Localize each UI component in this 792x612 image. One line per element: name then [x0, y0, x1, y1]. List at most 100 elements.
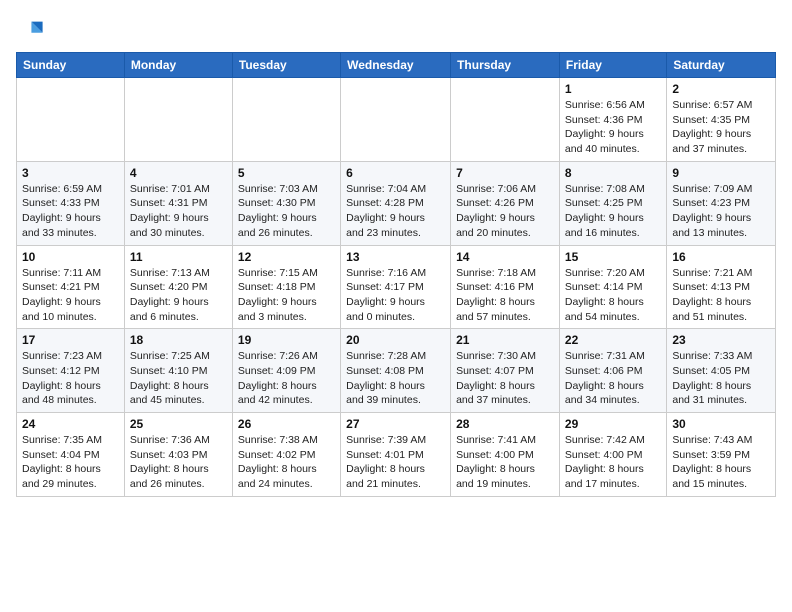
day-info: Sunrise: 6:57 AM Sunset: 4:35 PM Dayligh…	[672, 98, 770, 157]
calendar-cell: 1 Sunrise: 6:56 AM Sunset: 4:36 PM Daylig…	[559, 78, 666, 162]
day-number: 1	[565, 82, 661, 96]
calendar-cell: 27 Sunrise: 7:39 AM Sunset: 4:01 PM Dayli…	[341, 413, 451, 497]
calendar-cell	[232, 78, 340, 162]
day-info: Sunrise: 7:23 AM Sunset: 4:12 PM Dayligh…	[22, 349, 119, 408]
day-info: Sunrise: 7:39 AM Sunset: 4:01 PM Dayligh…	[346, 433, 445, 492]
day-info: Sunrise: 6:59 AM Sunset: 4:33 PM Dayligh…	[22, 182, 119, 241]
day-info: Sunrise: 7:03 AM Sunset: 4:30 PM Dayligh…	[238, 182, 335, 241]
calendar-cell: 14 Sunrise: 7:18 AM Sunset: 4:16 PM Dayli…	[451, 245, 560, 329]
day-number: 4	[130, 166, 227, 180]
day-number: 19	[238, 333, 335, 347]
day-info: Sunrise: 7:28 AM Sunset: 4:08 PM Dayligh…	[346, 349, 445, 408]
calendar-week-1: 1 Sunrise: 6:56 AM Sunset: 4:36 PM Daylig…	[17, 78, 776, 162]
logo	[16, 16, 48, 44]
day-number: 11	[130, 250, 227, 264]
calendar-week-5: 24 Sunrise: 7:35 AM Sunset: 4:04 PM Dayli…	[17, 413, 776, 497]
day-info: Sunrise: 7:41 AM Sunset: 4:00 PM Dayligh…	[456, 433, 554, 492]
calendar-cell: 28 Sunrise: 7:41 AM Sunset: 4:00 PM Dayli…	[451, 413, 560, 497]
day-info: Sunrise: 7:04 AM Sunset: 4:28 PM Dayligh…	[346, 182, 445, 241]
calendar-week-3: 10 Sunrise: 7:11 AM Sunset: 4:21 PM Dayli…	[17, 245, 776, 329]
header-wednesday: Wednesday	[341, 53, 451, 78]
day-number: 26	[238, 417, 335, 431]
calendar-week-4: 17 Sunrise: 7:23 AM Sunset: 4:12 PM Dayli…	[17, 329, 776, 413]
day-info: Sunrise: 7:01 AM Sunset: 4:31 PM Dayligh…	[130, 182, 227, 241]
day-number: 3	[22, 166, 119, 180]
calendar-cell: 3 Sunrise: 6:59 AM Sunset: 4:33 PM Daylig…	[17, 161, 125, 245]
calendar-cell: 30Sunrise: 7:43 AM Sunset: 3:59 PM Dayli…	[667, 413, 776, 497]
header-thursday: Thursday	[451, 53, 560, 78]
day-info: Sunrise: 7:35 AM Sunset: 4:04 PM Dayligh…	[22, 433, 119, 492]
day-info: Sunrise: 7:38 AM Sunset: 4:02 PM Dayligh…	[238, 433, 335, 492]
day-number: 23	[672, 333, 770, 347]
day-number: 7	[456, 166, 554, 180]
day-number: 28	[456, 417, 554, 431]
calendar-cell: 6Sunrise: 7:04 AM Sunset: 4:28 PM Daylig…	[341, 161, 451, 245]
calendar-cell: 25Sunrise: 7:36 AM Sunset: 4:03 PM Dayli…	[124, 413, 232, 497]
day-number: 30	[672, 417, 770, 431]
day-number: 22	[565, 333, 661, 347]
day-number: 10	[22, 250, 119, 264]
calendar-header-row: SundayMondayTuesdayWednesdayThursdayFrid…	[17, 53, 776, 78]
day-number: 15	[565, 250, 661, 264]
day-info: Sunrise: 7:33 AM Sunset: 4:05 PM Dayligh…	[672, 349, 770, 408]
calendar-cell: 9Sunrise: 7:09 AM Sunset: 4:23 PM Daylig…	[667, 161, 776, 245]
calendar-cell: 29 Sunrise: 7:42 AM Sunset: 4:00 PM Dayli…	[559, 413, 666, 497]
day-number: 5	[238, 166, 335, 180]
day-number: 24	[22, 417, 119, 431]
day-number: 17	[22, 333, 119, 347]
day-info: Sunrise: 7:26 AM Sunset: 4:09 PM Dayligh…	[238, 349, 335, 408]
day-number: 14	[456, 250, 554, 264]
day-number: 20	[346, 333, 445, 347]
calendar-cell	[341, 78, 451, 162]
calendar-cell	[17, 78, 125, 162]
day-info: Sunrise: 6:56 AM Sunset: 4:36 PM Dayligh…	[565, 98, 661, 157]
day-number: 27	[346, 417, 445, 431]
logo-icon	[16, 16, 44, 44]
page-header	[16, 16, 776, 44]
calendar-cell: 5 Sunrise: 7:03 AM Sunset: 4:30 PM Daylig…	[232, 161, 340, 245]
day-info: Sunrise: 7:16 AM Sunset: 4:17 PM Dayligh…	[346, 266, 445, 325]
day-info: Sunrise: 7:31 AM Sunset: 4:06 PM Dayligh…	[565, 349, 661, 408]
header-monday: Monday	[124, 53, 232, 78]
calendar-cell: 20 Sunrise: 7:28 AM Sunset: 4:08 PM Dayli…	[341, 329, 451, 413]
day-number: 29	[565, 417, 661, 431]
calendar-cell: 17 Sunrise: 7:23 AM Sunset: 4:12 PM Dayli…	[17, 329, 125, 413]
day-number: 9	[672, 166, 770, 180]
day-info: Sunrise: 7:18 AM Sunset: 4:16 PM Dayligh…	[456, 266, 554, 325]
calendar-cell: 13 Sunrise: 7:16 AM Sunset: 4:17 PM Dayli…	[341, 245, 451, 329]
calendar-cell: 21 Sunrise: 7:30 AM Sunset: 4:07 PM Dayli…	[451, 329, 560, 413]
day-info: Sunrise: 7:11 AM Sunset: 4:21 PM Dayligh…	[22, 266, 119, 325]
day-info: Sunrise: 7:06 AM Sunset: 4:26 PM Dayligh…	[456, 182, 554, 241]
calendar-cell: 22 Sunrise: 7:31 AM Sunset: 4:06 PM Dayli…	[559, 329, 666, 413]
calendar-cell: 12 Sunrise: 7:15 AM Sunset: 4:18 PM Dayli…	[232, 245, 340, 329]
day-number: 21	[456, 333, 554, 347]
day-info: Sunrise: 7:20 AM Sunset: 4:14 PM Dayligh…	[565, 266, 661, 325]
calendar-cell	[451, 78, 560, 162]
header-sunday: Sunday	[17, 53, 125, 78]
day-number: 8	[565, 166, 661, 180]
calendar-cell: 23 Sunrise: 7:33 AM Sunset: 4:05 PM Dayli…	[667, 329, 776, 413]
calendar-cell: 2Sunrise: 6:57 AM Sunset: 4:35 PM Daylig…	[667, 78, 776, 162]
calendar-cell: 8 Sunrise: 7:08 AM Sunset: 4:25 PM Daylig…	[559, 161, 666, 245]
calendar-cell: 10 Sunrise: 7:11 AM Sunset: 4:21 PM Dayli…	[17, 245, 125, 329]
calendar-week-2: 3 Sunrise: 6:59 AM Sunset: 4:33 PM Daylig…	[17, 161, 776, 245]
calendar-cell: 26 Sunrise: 7:38 AM Sunset: 4:02 PM Dayli…	[232, 413, 340, 497]
calendar-cell: 24 Sunrise: 7:35 AM Sunset: 4:04 PM Dayli…	[17, 413, 125, 497]
day-info: Sunrise: 7:08 AM Sunset: 4:25 PM Dayligh…	[565, 182, 661, 241]
day-number: 18	[130, 333, 227, 347]
day-info: Sunrise: 7:15 AM Sunset: 4:18 PM Dayligh…	[238, 266, 335, 325]
day-number: 12	[238, 250, 335, 264]
day-number: 16	[672, 250, 770, 264]
calendar-cell: 15 Sunrise: 7:20 AM Sunset: 4:14 PM Dayli…	[559, 245, 666, 329]
day-info: Sunrise: 7:42 AM Sunset: 4:00 PM Dayligh…	[565, 433, 661, 492]
calendar-table: SundayMondayTuesdayWednesdayThursdayFrid…	[16, 52, 776, 497]
calendar-cell	[124, 78, 232, 162]
day-number: 25	[130, 417, 227, 431]
day-info: Sunrise: 7:30 AM Sunset: 4:07 PM Dayligh…	[456, 349, 554, 408]
calendar-cell: 7 Sunrise: 7:06 AM Sunset: 4:26 PM Daylig…	[451, 161, 560, 245]
day-number: 13	[346, 250, 445, 264]
header-friday: Friday	[559, 53, 666, 78]
calendar-cell: 16Sunrise: 7:21 AM Sunset: 4:13 PM Dayli…	[667, 245, 776, 329]
calendar-cell: 4 Sunrise: 7:01 AM Sunset: 4:31 PM Daylig…	[124, 161, 232, 245]
calendar-cell: 19 Sunrise: 7:26 AM Sunset: 4:09 PM Dayli…	[232, 329, 340, 413]
